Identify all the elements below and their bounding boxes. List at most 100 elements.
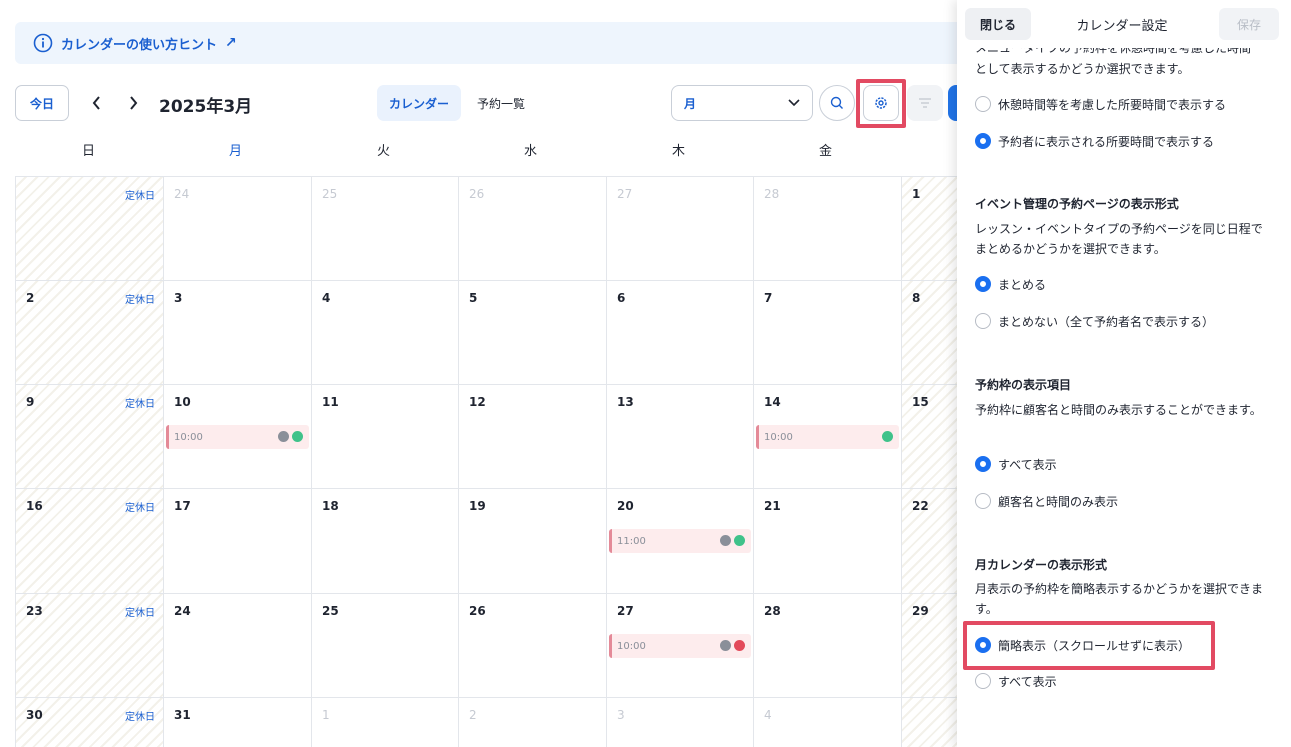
day-cell[interactable]: 25 <box>312 177 459 281</box>
day-number: 22 <box>912 499 929 513</box>
day-cell[interactable]: 16 定休日 <box>16 489 164 594</box>
cancelled-icon <box>734 640 745 651</box>
radio-duration-with-breaks[interactable]: 休憩時間等を考慮した所要時間で表示する <box>975 94 1226 114</box>
section-description: 月表示の予約枠を簡略表示するかどうかを選択できます。 <box>975 582 1264 616</box>
day-cell[interactable]: 10 10:00 <box>164 385 312 489</box>
day-cell[interactable]: 24 <box>164 177 312 281</box>
day-cell[interactable]: 6 <box>607 281 754 385</box>
radio-show-all-items[interactable]: すべて表示 <box>975 454 1057 474</box>
reservation-slot[interactable]: 10:00 <box>166 425 309 449</box>
day-number: 26 <box>469 187 485 201</box>
day-cell[interactable]: 28 <box>754 594 902 698</box>
day-cell[interactable]: 5 <box>459 281 607 385</box>
day-cell[interactable]: 定休日 <box>16 177 164 281</box>
day-number: 17 <box>174 499 191 513</box>
day-cell[interactable]: 2 定休日 <box>16 281 164 385</box>
day-cell[interactable]: 28 <box>754 177 902 281</box>
tab-calendar[interactable]: カレンダー <box>377 85 462 121</box>
chevron-right-icon <box>130 96 138 110</box>
day-number: 7 <box>764 291 773 305</box>
day-cell[interactable]: 2 <box>459 698 607 747</box>
day-cell[interactable]: 21 <box>754 489 902 594</box>
calendar-settings-button[interactable] <box>863 85 899 121</box>
day-cell[interactable]: 4 <box>312 281 459 385</box>
closed-day-label: 定休日 <box>125 295 155 306</box>
day-cell[interactable]: 13 <box>607 385 754 489</box>
reservation-time: 10:00 <box>764 431 793 443</box>
radio-button[interactable] <box>975 673 991 689</box>
chevron-down-icon <box>788 99 800 107</box>
day-number: 27 <box>617 187 633 201</box>
closed-day-label: 定休日 <box>125 399 155 410</box>
day-cell[interactable]: 14 10:00 <box>754 385 902 489</box>
radio-button[interactable] <box>975 313 991 329</box>
radio-button[interactable] <box>975 96 991 112</box>
radio-group-together[interactable]: まとめる <box>975 274 1046 294</box>
day-cell[interactable]: 18 <box>312 489 459 594</box>
day-number: 25 <box>322 604 339 618</box>
day-cell[interactable]: 30 定休日 <box>16 698 164 747</box>
filter-icon <box>919 98 931 108</box>
view-select[interactable]: 月 <box>671 85 813 121</box>
day-cell[interactable]: 20 11:00 <box>607 489 754 594</box>
day-number: 29 <box>912 604 929 618</box>
day-cell[interactable]: 24 <box>164 594 312 698</box>
tab-reservation-list[interactable]: 予約一覧 <box>465 85 537 121</box>
search-button[interactable] <box>819 85 855 121</box>
today-button[interactable]: 今日 <box>15 85 69 121</box>
day-cell[interactable]: 26 <box>459 594 607 698</box>
day-cell[interactable]: 27 10:00 <box>607 594 754 698</box>
day-cell[interactable]: 27 <box>607 177 754 281</box>
day-cell[interactable]: 3 <box>607 698 754 747</box>
avatar-icon <box>720 640 731 651</box>
day-cell[interactable]: 26 <box>459 177 607 281</box>
reservation-slot[interactable]: 10:00 <box>756 425 899 449</box>
closed-day-label: 定休日 <box>125 712 155 723</box>
day-cell[interactable]: 25 <box>312 594 459 698</box>
section-heading: 月カレンダーの表示形式 <box>975 558 1108 572</box>
day-number: 24 <box>174 187 190 201</box>
next-month-button[interactable] <box>121 90 145 116</box>
radio-button-selected[interactable] <box>975 637 991 653</box>
radio-label: 顧客名と時間のみ表示 <box>998 494 1119 509</box>
radio-duration-shown-to-customer[interactable]: 予約者に表示される所要時間で表示する <box>975 131 1214 151</box>
day-cell[interactable]: 17 <box>164 489 312 594</box>
day-cell[interactable]: 9 定休日 <box>16 385 164 489</box>
day-cell[interactable]: 11 <box>312 385 459 489</box>
day-cell[interactable]: 12 <box>459 385 607 489</box>
day-number: 8 <box>912 291 921 305</box>
radio-show-all[interactable]: すべて表示 <box>975 671 1057 691</box>
radio-no-grouping[interactable]: まとめない（全て予約者名で表示する） <box>975 311 1214 331</box>
day-number: 19 <box>469 499 486 513</box>
radio-button-selected[interactable] <box>975 456 991 472</box>
close-button[interactable]: 閉じる <box>965 8 1031 40</box>
radio-label: 休憩時間等を考慮した所要時間で表示する <box>998 97 1227 112</box>
radio-compact-display[interactable]: 簡略表示（スクロールせずに表示） <box>975 635 1190 655</box>
radio-name-and-time-only[interactable]: 顧客名と時間のみ表示 <box>975 491 1118 511</box>
radio-button-selected[interactable] <box>975 276 991 292</box>
day-cell[interactable]: 1 <box>312 698 459 747</box>
day-number: 9 <box>26 395 35 409</box>
calendar-hint-link[interactable]: カレンダーの使い方ヒント ↗ <box>15 22 1015 64</box>
day-cell[interactable]: 4 <box>754 698 902 747</box>
day-cell[interactable]: 23 定休日 <box>16 594 164 698</box>
filter-button[interactable] <box>907 85 943 121</box>
closed-day-label: 定休日 <box>125 503 155 514</box>
prev-month-button[interactable] <box>85 90 109 116</box>
day-number: 24 <box>174 604 191 618</box>
radio-label: まとめる <box>998 277 1047 292</box>
day-cell[interactable]: 7 <box>754 281 902 385</box>
reservation-slot[interactable]: 11:00 <box>609 529 751 553</box>
day-cell[interactable]: 19 <box>459 489 607 594</box>
radio-button[interactable] <box>975 493 991 509</box>
radio-button-selected[interactable] <box>975 133 991 149</box>
weekday-fri: 金 <box>818 144 832 159</box>
day-number: 28 <box>764 187 780 201</box>
day-number: 21 <box>764 499 781 513</box>
day-cell[interactable]: 3 <box>164 281 312 385</box>
radio-label: 簡略表示（スクロールせずに表示） <box>998 638 1191 653</box>
reservation-slot[interactable]: 10:00 <box>609 634 751 658</box>
day-cell[interactable]: 31 <box>164 698 312 747</box>
save-button[interactable]: 保存 <box>1219 8 1279 40</box>
day-number: 27 <box>617 604 634 618</box>
